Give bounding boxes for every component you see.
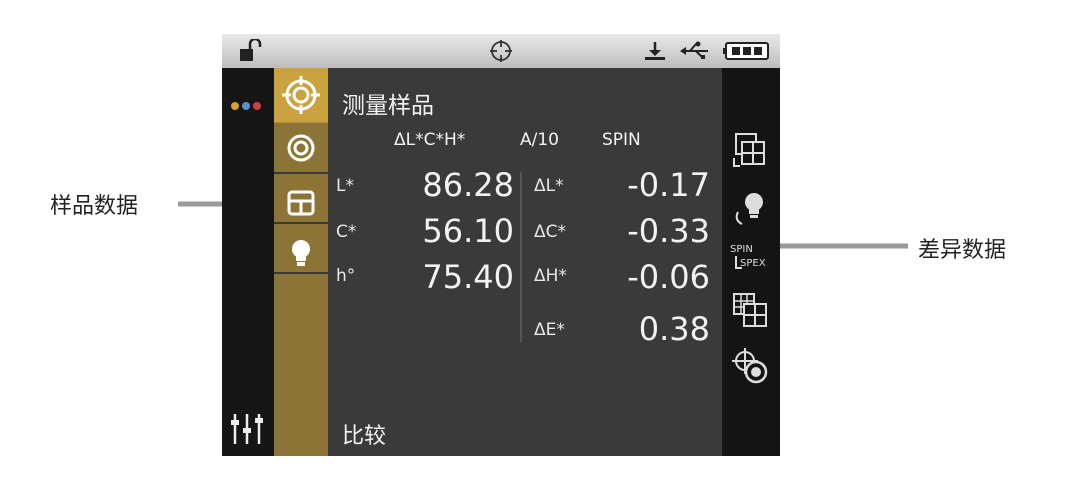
diff-label-de: ΔE* [534, 320, 565, 340]
usb-icon [680, 41, 708, 59]
concentric-circle-icon[interactable] [286, 133, 316, 163]
header-spin: SPIN [602, 130, 641, 150]
lightbulb-icon[interactable] [289, 238, 313, 268]
tab-separator [274, 172, 328, 174]
sample-value-c: 56.10 [422, 212, 514, 250]
diff-value-dl: -0.17 [627, 166, 710, 204]
grid-view-icon[interactable] [730, 130, 772, 172]
tab-separator [274, 222, 328, 224]
window-grid-icon[interactable] [286, 189, 316, 217]
diff-label-dl: ΔL* [534, 176, 564, 196]
header-mode: ΔL*C*H* [394, 130, 466, 150]
sample-label-l: L* [336, 176, 354, 196]
download-icon [645, 42, 665, 60]
diff-label-dh: ΔH* [534, 266, 567, 286]
menu-dots-icon[interactable] [228, 100, 268, 112]
left-bar [222, 68, 274, 456]
target-icon[interactable] [488, 39, 514, 63]
diff-label-dc: ΔC* [534, 222, 566, 242]
annotation-difference-data: 差异数据 [918, 238, 1007, 263]
lock-open-icon [240, 39, 262, 61]
diff-value-de: 0.38 [638, 310, 710, 348]
screen-title: 测量样品 [342, 93, 434, 119]
sample-label-c: C* [336, 222, 357, 242]
diff-value-dc: -0.33 [627, 212, 710, 250]
status-bar [222, 34, 780, 68]
sliders-icon[interactable] [228, 410, 268, 446]
spin-spex-icon[interactable] [730, 254, 744, 274]
measure-target-icon[interactable] [281, 75, 321, 115]
sample-value-h: 75.40 [422, 258, 514, 296]
device-screen: SPIN SPEX 测量样品 ΔL*C*H* A/10 SPIN L* 86.2… [222, 34, 780, 456]
target-compare-icon[interactable] [730, 346, 772, 388]
header-illuminant: A/10 [520, 130, 559, 150]
compare-label[interactable]: 比较 [342, 418, 386, 450]
sample-label-h: h° [336, 266, 356, 286]
sample-value-l: 86.28 [422, 166, 514, 204]
battery-icon [723, 42, 769, 60]
annotation-sample-data: 样品数据 [50, 194, 139, 219]
diff-value-dh: -0.06 [627, 258, 710, 296]
multi-grid-icon[interactable] [730, 290, 772, 332]
data-divider [520, 172, 522, 342]
tab-separator [274, 272, 328, 274]
lightbulb-switch-icon[interactable] [730, 188, 772, 230]
